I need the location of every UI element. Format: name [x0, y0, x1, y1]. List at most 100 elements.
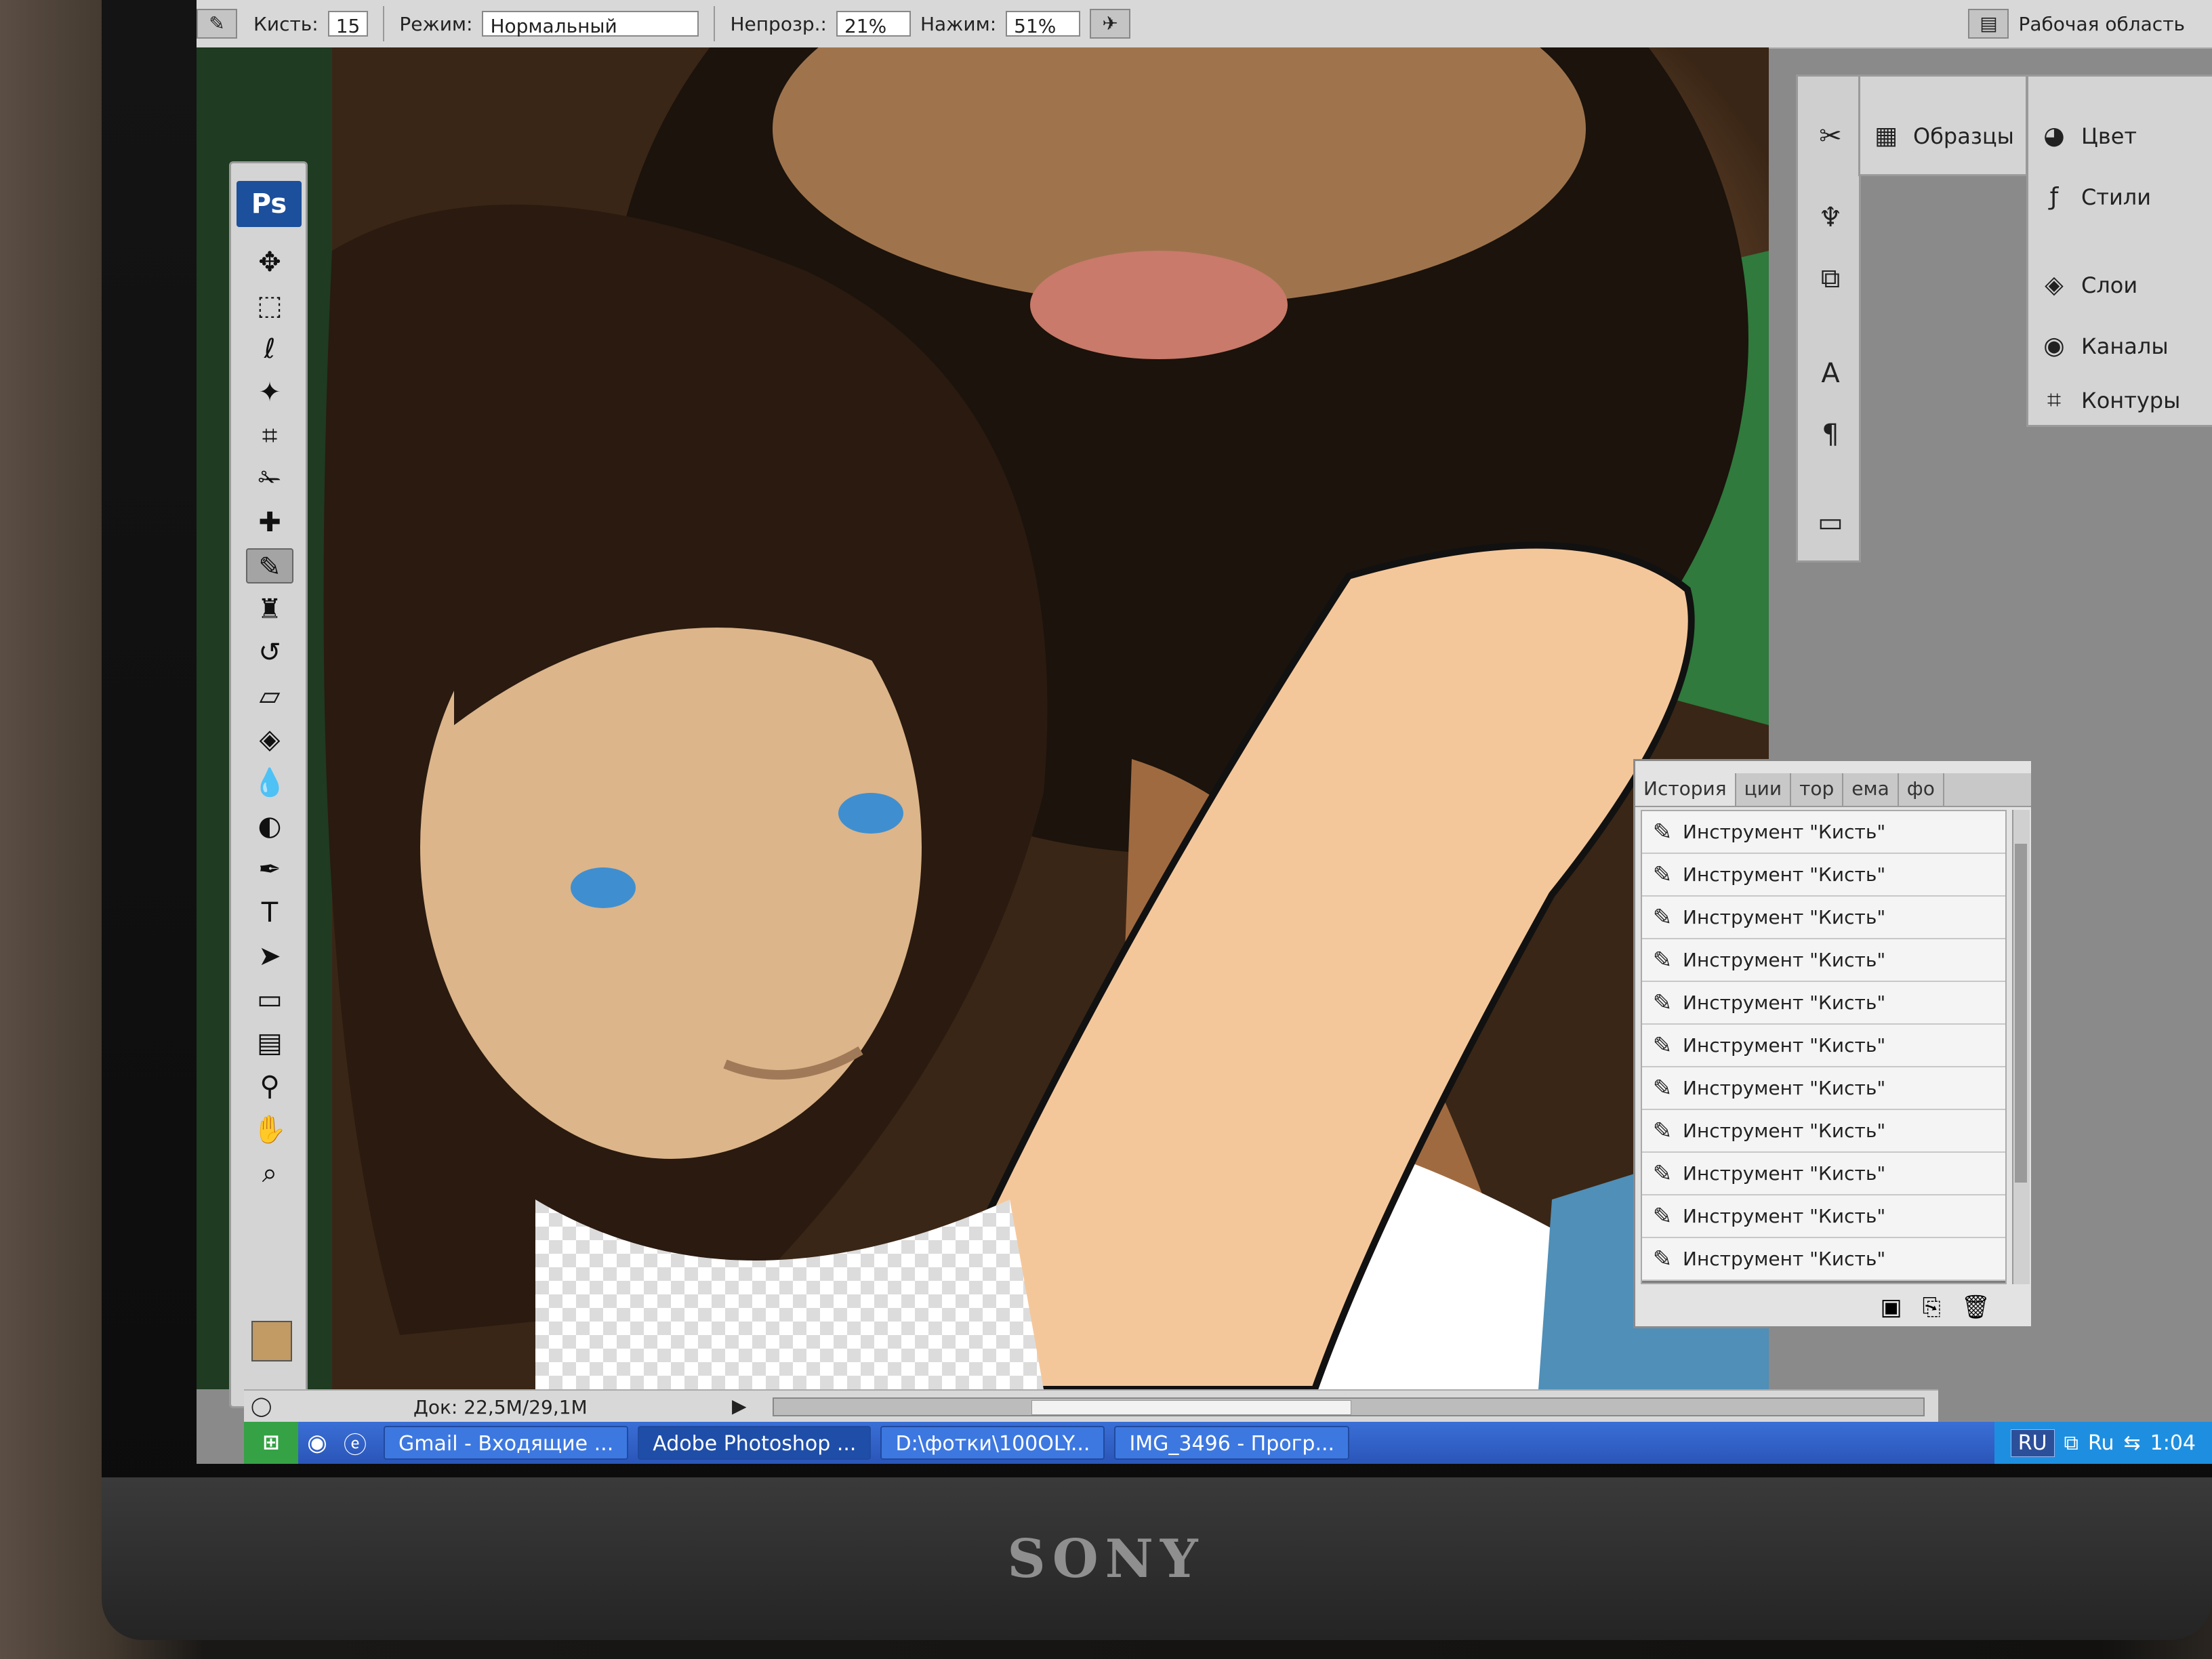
brush-icon: ✎ — [1652, 1160, 1673, 1187]
pen-icon[interactable]: ✒ — [246, 852, 293, 887]
child-eye-left — [571, 867, 636, 908]
dodge-icon[interactable]: ◐ — [246, 808, 293, 844]
taskbar-item[interactable]: Gmail - Входящие ... — [384, 1426, 629, 1460]
stamp-icon[interactable]: ♜ — [246, 592, 293, 627]
swatches-icon: ▦ — [1874, 122, 1898, 150]
shape-icon[interactable]: ▭ — [246, 982, 293, 1017]
history-item[interactable]: ✎Инструмент "Кисть" — [1642, 1281, 2005, 1283]
lasso-icon[interactable]: ℓ — [246, 331, 293, 367]
language-indicator[interactable]: RU — [2010, 1429, 2055, 1457]
history-item[interactable]: ✎Инструмент "Кисть" — [1642, 811, 2005, 854]
start-button[interactable]: ⊞ — [244, 1422, 298, 1464]
ie-icon[interactable]: ⓔ — [336, 1427, 374, 1460]
taskbar-item[interactable]: IMG_3496 - Прогр... — [1114, 1426, 1350, 1460]
tab-1[interactable]: ции — [1736, 773, 1792, 806]
chrome-icon[interactable]: ◉ — [298, 1429, 336, 1456]
brush-icon: ✎ — [1652, 1074, 1673, 1102]
horizontal-scrollbar[interactable] — [773, 1397, 1925, 1416]
character-icon[interactable]: A — [1811, 354, 1849, 392]
brushes-icon[interactable]: ♆ — [1811, 199, 1849, 237]
tab-0[interactable]: История — [1635, 773, 1736, 806]
workspace-menu[interactable]: Рабочая область — [2018, 13, 2185, 35]
swatches-dock: ▦ Образцы — [1858, 75, 2028, 176]
tab-4[interactable]: фо — [1899, 773, 1944, 806]
layer-comps-icon[interactable]: ▭ — [1811, 504, 1849, 541]
history-item[interactable]: ✎Инструмент "Кисть" — [1642, 1025, 2005, 1067]
history-panel: История ции тор ема фо ✎ Инструмент "Кисть" ✎ И… — [1633, 759, 2033, 1328]
trash-icon[interactable]: 🗑 — [1961, 1294, 1990, 1321]
flow-field[interactable]: 51% — [1006, 11, 1081, 37]
mode-select[interactable]: Нормальный — [482, 11, 699, 37]
panel-paths[interactable]: ⌗ Контуры — [2028, 375, 2181, 426]
tab-3[interactable]: ема — [1843, 773, 1899, 806]
notes-icon[interactable]: ▤ — [246, 1025, 293, 1061]
separator — [714, 6, 716, 41]
paragraph-icon[interactable]: ¶ — [1811, 415, 1849, 453]
tab-2[interactable]: тор — [1791, 773, 1844, 806]
path-selection-icon[interactable]: ➤ — [246, 939, 293, 974]
artwork — [197, 47, 1769, 1389]
panel-styles[interactable]: ƒ Стили — [2028, 171, 2151, 223]
panel-label: Контуры — [2081, 388, 2181, 413]
zoom-icon[interactable]: ⌕ — [246, 1155, 293, 1191]
history-item[interactable]: ✎Инструмент "Кисть" — [1642, 1195, 2005, 1238]
type-icon[interactable]: T — [246, 895, 293, 930]
history-item[interactable]: ✎Инструмент "Кисть" — [1642, 1067, 2005, 1110]
brush-label: Кисть: — [253, 12, 319, 35]
opacity-field[interactable]: 21% — [836, 11, 911, 37]
history-brush-icon[interactable]: ↺ — [246, 635, 293, 670]
history-item[interactable]: ✎Инструмент "Кисть" — [1642, 854, 2005, 897]
crop-icon[interactable]: ⌗ — [246, 418, 293, 453]
snapshot-icon[interactable]: ▣ — [1881, 1294, 1902, 1321]
scrollbar-thumb[interactable] — [1031, 1400, 1351, 1415]
panel-color[interactable]: ◕ Цвет — [2028, 110, 2137, 162]
move-icon[interactable]: ✥ — [246, 245, 293, 280]
marquee-icon[interactable]: ⬚ — [246, 288, 293, 323]
eraser-icon[interactable]: ▱ — [246, 678, 293, 714]
tray-language-icon[interactable]: Ru — [2088, 1431, 2114, 1455]
history-item[interactable]: ✎Инструмент "Кисть" — [1642, 939, 2005, 982]
panel-layers[interactable]: ◈ Слои — [2028, 260, 2137, 311]
history-item[interactable]: ✎Инструмент "Кисть" — [1642, 897, 2005, 939]
zoom-icon[interactable]: ◯ — [251, 1395, 272, 1417]
taskbar-item[interactable]: D:\фотки\100OLY... — [880, 1426, 1105, 1460]
network-icon[interactable]: ⧉ — [2064, 1431, 2078, 1455]
history-footer: ▣ ⎘ 🗑 — [1635, 1288, 2031, 1326]
history-item-label: Инструмент "Кисть" — [1683, 821, 1886, 843]
clone-source-icon[interactable]: ⧉ — [1811, 260, 1849, 298]
history-item[interactable]: ✎Инструмент "Кисть" — [1642, 1238, 2005, 1281]
status-menu-arrow-icon[interactable]: ▶ — [732, 1395, 747, 1417]
separator — [383, 6, 385, 41]
brush-preset-icon[interactable]: ✎ — [197, 9, 237, 39]
history-item[interactable]: ✎Инструмент "Кисть" — [1642, 982, 2005, 1025]
brush-icon[interactable]: ✎ — [246, 548, 293, 583]
history-item-label: Инструмент "Кисть" — [1683, 863, 1886, 886]
history-item[interactable]: ✎Инструмент "Кисть" — [1642, 1110, 2005, 1153]
photoshop-logo: Ps — [237, 181, 302, 227]
system-tray: RU ⧉ Ru ⇆ 1:04 — [1994, 1422, 2212, 1464]
eyedropper-icon[interactable]: ⚲ — [246, 1069, 293, 1104]
new-document-icon[interactable]: ⎘ — [1923, 1294, 1941, 1321]
child-eye-right — [838, 793, 903, 834]
magic-wand-icon[interactable]: ✦ — [246, 375, 293, 410]
slice-icon[interactable]: ✁ — [246, 462, 293, 497]
history-scrollbar[interactable] — [2012, 810, 2030, 1284]
blur-icon[interactable]: 💧 — [246, 765, 293, 800]
sync-icon[interactable]: ⇆ — [2123, 1431, 2140, 1455]
palette-well-icon[interactable]: ▤ — [1968, 9, 2009, 39]
paint-bucket-icon[interactable]: ◈ — [246, 722, 293, 757]
panel-swatches[interactable]: ▦ Образцы — [1860, 110, 2014, 162]
hand-icon[interactable]: ✋ — [246, 1112, 293, 1147]
scrollbar-thumb[interactable] — [2015, 844, 2027, 1183]
doc-size: Док: 22,5M/29,1M — [413, 1396, 588, 1418]
taskbar-item[interactable]: Adobe Photoshop ... — [638, 1426, 872, 1460]
healing-brush-icon[interactable]: ✚ — [246, 505, 293, 540]
brush-icon: ✎ — [1652, 1117, 1673, 1145]
brush-size-field[interactable]: 15 — [327, 11, 369, 37]
tool-presets-icon[interactable]: ✂ — [1811, 117, 1849, 155]
document-canvas[interactable] — [197, 47, 1769, 1389]
history-item[interactable]: ✎Инструмент "Кисть" — [1642, 1153, 2005, 1195]
panel-channels[interactable]: ◉ Каналы — [2028, 321, 2168, 372]
foreground-color-swatch[interactable] — [251, 1321, 292, 1361]
airbrush-icon[interactable]: ✈ — [1090, 9, 1131, 39]
